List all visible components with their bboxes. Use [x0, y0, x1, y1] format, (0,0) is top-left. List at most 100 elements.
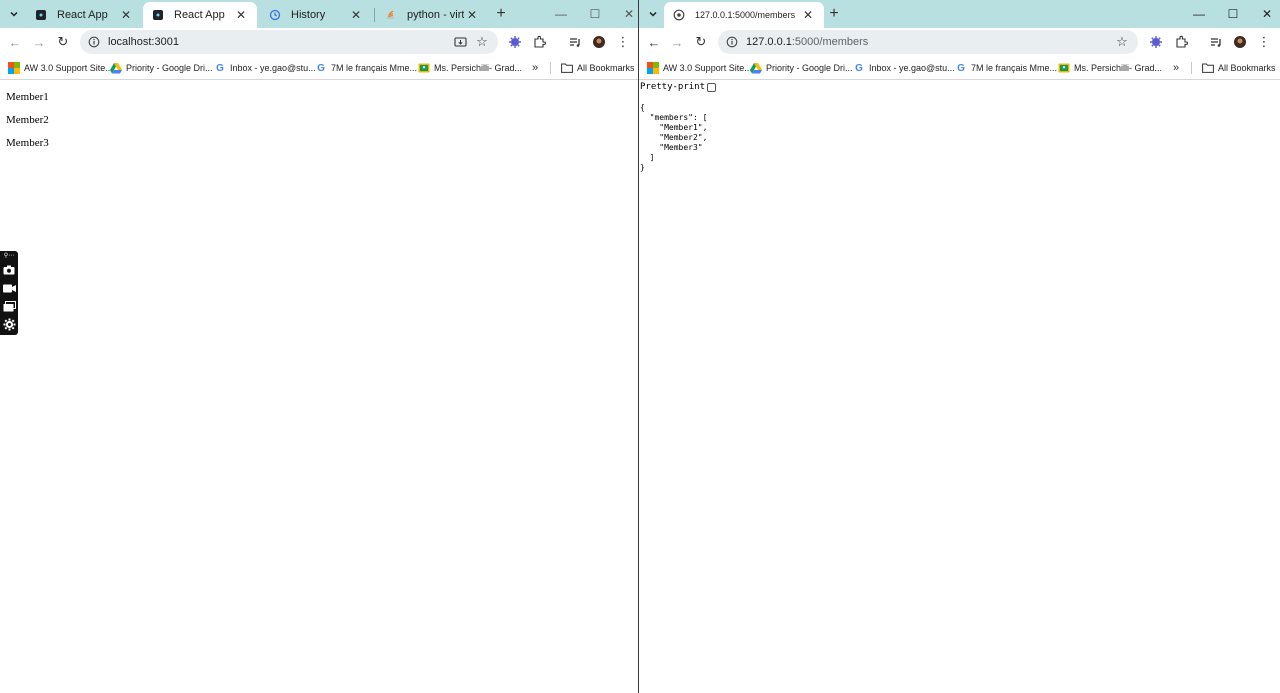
gear-icon[interactable] — [2, 315, 16, 333]
profile-avatar-icon[interactable] — [1231, 33, 1249, 51]
extension-purple-icon[interactable] — [506, 33, 524, 51]
new-tab-button[interactable]: + — [825, 5, 843, 23]
google-icon: G — [855, 62, 863, 74]
bookmark-label: Inbox - ye.gao@stu... — [230, 63, 316, 73]
maximize-button[interactable]: ☐ — [1216, 0, 1250, 28]
extension-purple-icon[interactable] — [1147, 33, 1165, 51]
window-controls: — ☐ ✕ — [1182, 0, 1280, 28]
install-app-icon[interactable] — [452, 34, 468, 50]
video-camera-icon[interactable] — [2, 279, 16, 297]
bookmarks-separator — [1191, 62, 1192, 74]
star-icon[interactable]: ☆ — [1114, 34, 1130, 50]
bookmark-label: AW 3.0 Support Site... — [24, 63, 113, 73]
bookmark-label: Priority - Google Dri... — [766, 63, 853, 73]
more-options-icon[interactable]: ⋮ — [614, 33, 632, 51]
tab-python-virtualenv[interactable]: python - virtualen ✕ — [376, 2, 488, 28]
minimize-button[interactable]: — — [544, 0, 578, 28]
screen-capture-toolbar: ⚲⋯ — [0, 251, 18, 335]
windows-icon[interactable] — [2, 297, 16, 315]
more-options-icon[interactable]: ⋮ — [1255, 33, 1273, 51]
tab-label: python - virtualen — [407, 9, 464, 21]
bookmark-priority-drive[interactable]: Priority - Google Dri... — [110, 60, 213, 76]
profile-avatar-icon[interactable] — [590, 33, 608, 51]
address-bar[interactable]: localhost:3001 — [80, 30, 498, 54]
navigation-toolbar: ← → ↻ localhost:3001 ☆ ⋮ — [0, 28, 638, 56]
bookmarks-separator — [550, 62, 551, 74]
window-controls: — ☐ ✕ — [544, 0, 638, 28]
close-window-button[interactable]: ✕ — [1250, 0, 1280, 28]
react-icon — [151, 8, 165, 22]
react-icon — [34, 8, 48, 22]
tab-strip: 127.0.0.1:5000/members ✕ + — ☐ ✕ — [639, 0, 1280, 28]
tab-history[interactable]: History ✕ — [260, 2, 372, 28]
tab-strip: React App ✕ React App ✕ History ✕ python… — [0, 0, 638, 28]
json-response-body: { "members": [ "Member1", "Member2", "Me… — [640, 103, 708, 172]
maximize-button[interactable]: ☐ — [578, 0, 612, 28]
new-tab-button[interactable]: + — [492, 5, 510, 23]
tab-label: React App — [174, 9, 225, 21]
bookmark-label: Priority - Google Dri... — [126, 63, 213, 73]
bookmark-francais[interactable]: G 7M le français Mme... — [955, 60, 1057, 76]
pretty-print-checkbox[interactable] — [707, 82, 717, 92]
forward-button[interactable]: → — [30, 33, 48, 51]
reload-button[interactable]: ↻ — [54, 33, 72, 51]
chevron-right-icon[interactable]: » — [1169, 60, 1183, 76]
toolbar-handle-icon[interactable]: ⚲⋯ — [4, 251, 14, 261]
close-icon[interactable]: ✕ — [800, 7, 816, 23]
close-icon[interactable]: ✕ — [464, 7, 480, 23]
minimize-button[interactable]: — — [1182, 0, 1216, 28]
close-icon[interactable]: ✕ — [118, 7, 134, 23]
pretty-print-label: Pretty-print — [640, 82, 706, 92]
bookmark-label: Inbox - ye.gao@stu... — [869, 63, 955, 73]
tab-search-button[interactable] — [4, 4, 24, 24]
bookmark-francais[interactable]: G 7M le français Mme... — [315, 60, 417, 76]
google-drive-icon — [750, 62, 762, 74]
tab-members-json[interactable]: 127.0.0.1:5000/members ✕ — [664, 2, 824, 28]
google-icon: G — [317, 62, 325, 74]
url-text: 127.0.0.1:5000/members — [746, 36, 869, 48]
bookmark-persichilli[interactable]: Ms. Persichilli- Grad... — [1058, 60, 1162, 76]
camera-icon[interactable] — [2, 261, 16, 279]
tab-react-app-2[interactable]: React App ✕ — [143, 2, 257, 28]
member-item: Member1 — [6, 91, 49, 103]
tab-label: History — [291, 9, 326, 21]
puzzle-extensions-icon[interactable] — [530, 33, 548, 51]
bookmark-persichilli[interactable]: Ms. Persichilli- Grad... — [418, 60, 522, 76]
chevron-down-icon — [10, 11, 18, 17]
media-controls-icon[interactable] — [566, 33, 584, 51]
bookmark-priority-drive[interactable]: Priority - Google Dri... — [750, 60, 853, 76]
tab-search-button[interactable] — [643, 4, 663, 24]
star-icon[interactable]: ☆ — [474, 34, 490, 50]
bookmark-inbox[interactable]: G Inbox - ye.gao@stu... — [853, 60, 955, 76]
tab-label: 127.0.0.1:5000/members — [695, 10, 796, 20]
chevron-right-icon[interactable]: » — [528, 60, 542, 76]
bookmark-inbox[interactable]: G Inbox - ye.gao@stu... — [214, 60, 316, 76]
close-icon[interactable]: ✕ — [233, 7, 249, 23]
all-bookmarks-button[interactable]: All Bookmarks — [561, 60, 635, 76]
close-icon[interactable]: ✕ — [348, 7, 364, 23]
folder-icon — [1202, 62, 1214, 74]
navigation-toolbar: ← → ↻ 127.0.0.1:5000/members ☆ ⋮ — [639, 28, 1280, 56]
page-content: Member1 Member2 Member3 — [0, 80, 638, 693]
forward-button[interactable]: → — [668, 33, 686, 51]
back-button[interactable]: ← — [645, 33, 663, 51]
back-button[interactable]: ← — [6, 33, 24, 51]
media-controls-icon[interactable] — [1207, 33, 1225, 51]
tab-label: React App — [57, 9, 108, 21]
reload-button[interactable]: ↻ — [692, 33, 710, 51]
bookmark-aw-support[interactable]: AW 3.0 Support Site... — [8, 60, 113, 76]
tab-react-app-1[interactable]: React App ✕ — [26, 2, 142, 28]
puzzle-extensions-icon[interactable] — [1172, 33, 1190, 51]
google-icon: G — [216, 62, 224, 74]
desktop: React App ✕ React App ✕ History ✕ python… — [0, 0, 1280, 693]
member-item: Member3 — [6, 137, 49, 149]
all-bookmarks-label: All Bookmarks — [1218, 63, 1276, 73]
info-icon[interactable] — [86, 34, 102, 50]
info-icon[interactable] — [724, 34, 740, 50]
all-bookmarks-button[interactable]: All Bookmarks — [1202, 60, 1276, 76]
close-window-button[interactable]: ✕ — [612, 0, 638, 28]
right-browser-window: 127.0.0.1:5000/members ✕ + — ☐ ✕ ← → ↻ 1… — [639, 0, 1280, 693]
member-item: Member2 — [6, 114, 49, 126]
address-bar[interactable]: 127.0.0.1:5000/members — [718, 30, 1138, 54]
bookmark-aw-support[interactable]: AW 3.0 Support Site... — [647, 60, 752, 76]
